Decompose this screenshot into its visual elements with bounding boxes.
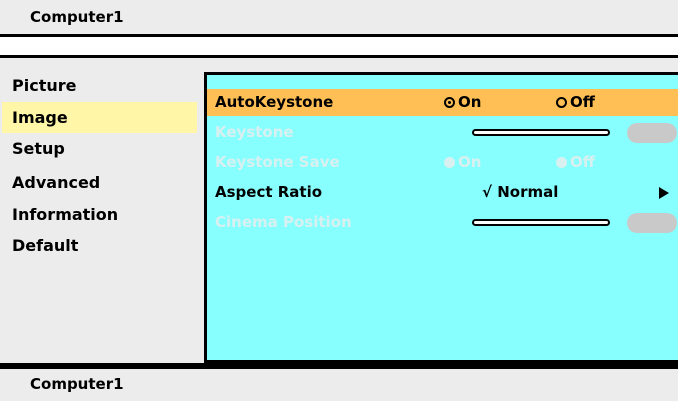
row-cinema-position: Cinema Position bbox=[207, 209, 678, 236]
auto-keystone-on-option[interactable]: On bbox=[444, 93, 481, 111]
aspect-ratio-value: √ Normal bbox=[482, 183, 559, 201]
cinema-position-slider bbox=[472, 219, 610, 226]
radio-disabled-icon bbox=[444, 157, 455, 168]
source-footer: Computer1 bbox=[0, 366, 678, 401]
keystone-save-on-option: On bbox=[444, 153, 481, 171]
source-label-bottom: Computer1 bbox=[30, 375, 124, 393]
keystone-save-off-label: Off bbox=[570, 153, 595, 171]
auto-keystone-off-option[interactable]: Off bbox=[556, 93, 595, 111]
keystone-save-on-label: On bbox=[458, 153, 482, 171]
aspect-ratio-label: Aspect Ratio bbox=[215, 183, 323, 201]
source-header: Computer1 bbox=[0, 0, 678, 37]
menu-item-image[interactable]: Image bbox=[2, 102, 197, 133]
cinema-position-label: Cinema Position bbox=[215, 213, 352, 231]
submenu-arrow-icon[interactable] bbox=[659, 187, 669, 199]
main-menu: Picture Image Setup Advanced Information… bbox=[0, 58, 198, 363]
menu-item-information[interactable]: Information bbox=[2, 199, 197, 230]
row-auto-keystone[interactable]: AutoKeystone On Off bbox=[207, 89, 678, 116]
radio-selected-icon bbox=[444, 97, 455, 108]
radio-empty-icon bbox=[556, 97, 567, 108]
menu-item-picture[interactable]: Picture bbox=[2, 70, 197, 101]
row-keystone: Keystone bbox=[207, 119, 678, 146]
keystone-value-pill bbox=[627, 123, 677, 143]
auto-keystone-on-label: On bbox=[458, 93, 482, 111]
osd-menu: Picture Image Setup Advanced Information… bbox=[0, 55, 678, 366]
source-label-top: Computer1 bbox=[30, 8, 124, 26]
image-submenu: AutoKeystone On Off Keystone Keystone Sa… bbox=[204, 72, 678, 363]
auto-keystone-off-label: Off bbox=[570, 93, 595, 111]
cinema-position-value-pill bbox=[627, 213, 677, 233]
keystone-label: Keystone bbox=[215, 123, 294, 141]
menu-item-setup[interactable]: Setup bbox=[2, 133, 197, 164]
menu-item-default[interactable]: Default bbox=[2, 230, 197, 261]
keystone-save-off-option: Off bbox=[556, 153, 595, 171]
menu-item-advanced[interactable]: Advanced bbox=[2, 167, 197, 198]
keystone-slider bbox=[472, 129, 610, 136]
radio-disabled-icon bbox=[556, 157, 567, 168]
auto-keystone-label: AutoKeystone bbox=[215, 93, 334, 111]
row-aspect-ratio[interactable]: Aspect Ratio √ Normal bbox=[207, 179, 678, 206]
row-keystone-save: Keystone Save On Off bbox=[207, 149, 678, 176]
keystone-save-label: Keystone Save bbox=[215, 153, 340, 171]
